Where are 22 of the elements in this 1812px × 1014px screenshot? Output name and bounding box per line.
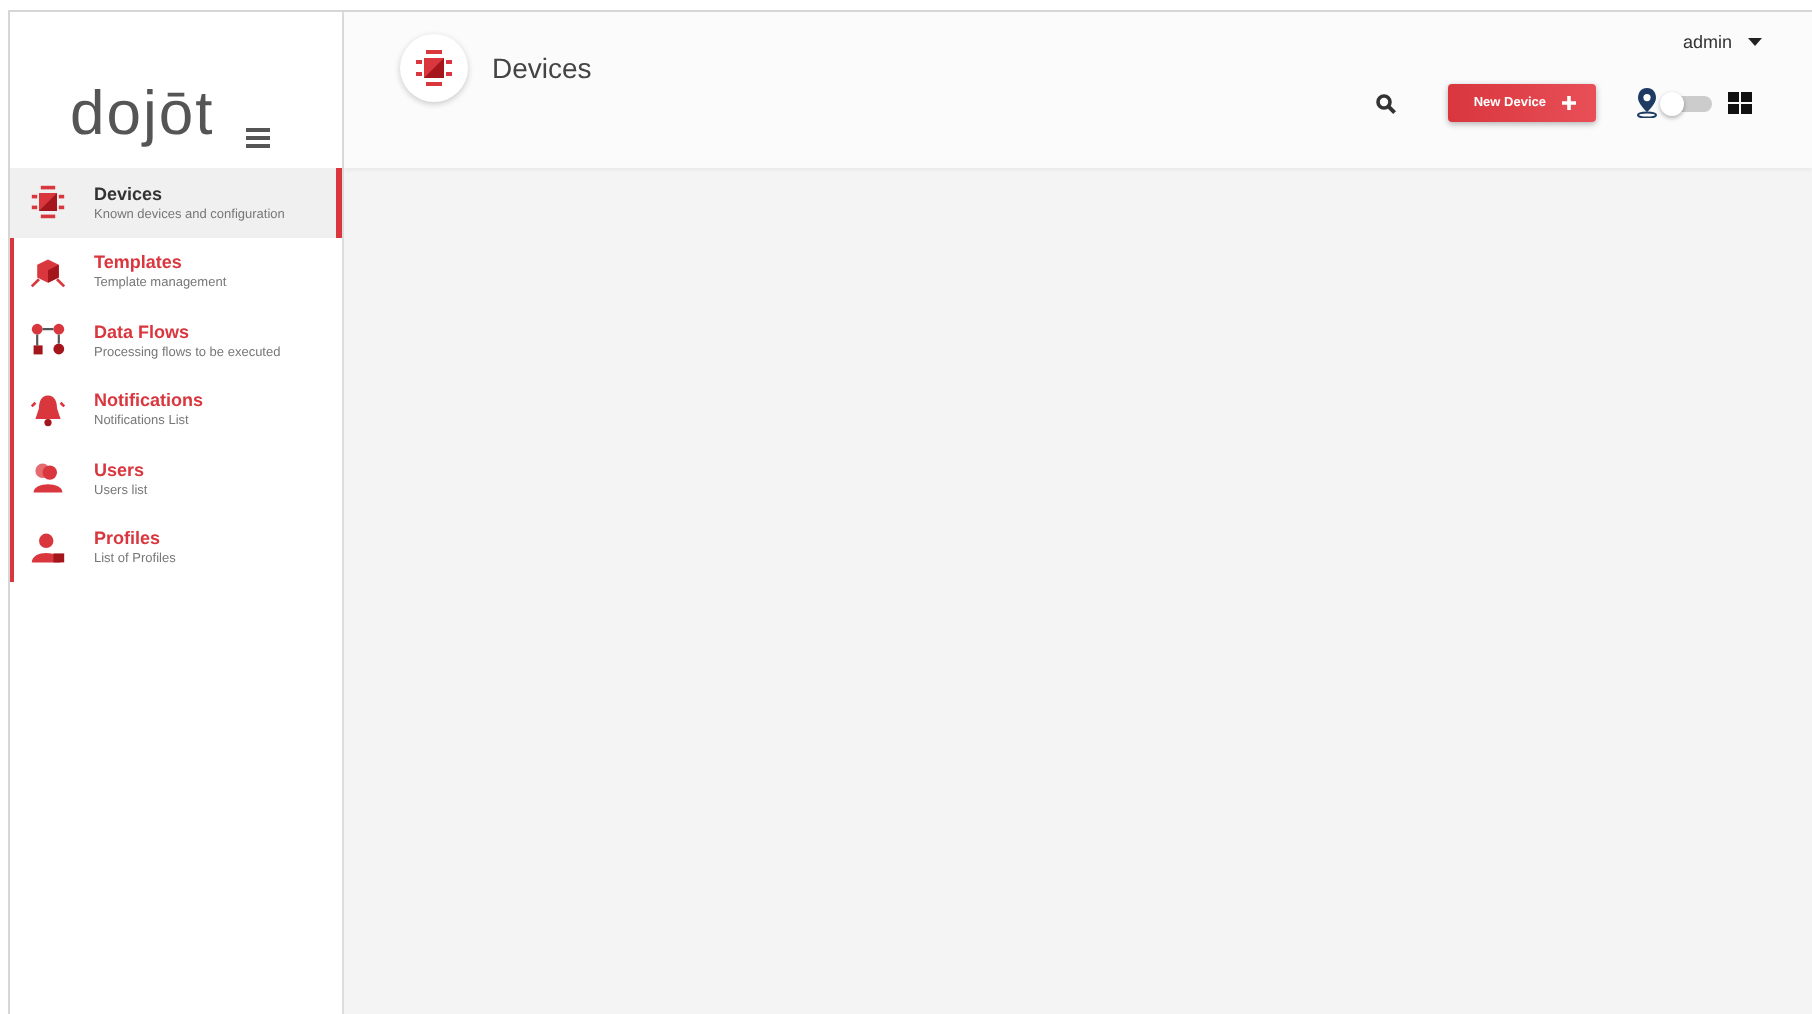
item-label: Data Flows	[94, 321, 192, 342]
item-label: Devices	[94, 183, 165, 204]
users-icon	[30, 460, 66, 497]
map-pin-icon[interactable]	[1636, 88, 1658, 118]
item-label: Templates	[94, 252, 184, 273]
search-icon[interactable]	[1375, 93, 1396, 113]
item-label: Notifications	[94, 390, 204, 411]
plus-icon	[1562, 96, 1576, 110]
item-label: Profiles	[94, 528, 163, 549]
menu-icon[interactable]	[246, 128, 271, 148]
chip-icon	[400, 34, 468, 102]
caret-icon	[1748, 38, 1762, 46]
grid-icon[interactable]	[1728, 92, 1752, 114]
page-title: Devices	[492, 52, 592, 84]
flow-icon	[30, 322, 66, 359]
user-icon	[30, 529, 66, 566]
dojot-logo: dojōt	[70, 82, 215, 144]
item-label: Users	[94, 459, 147, 480]
chip-icon	[30, 184, 66, 221]
bell-icon	[30, 391, 66, 428]
user-menu[interactable]: admin	[1682, 32, 1762, 52]
map-toggle[interactable]	[1664, 95, 1712, 111]
